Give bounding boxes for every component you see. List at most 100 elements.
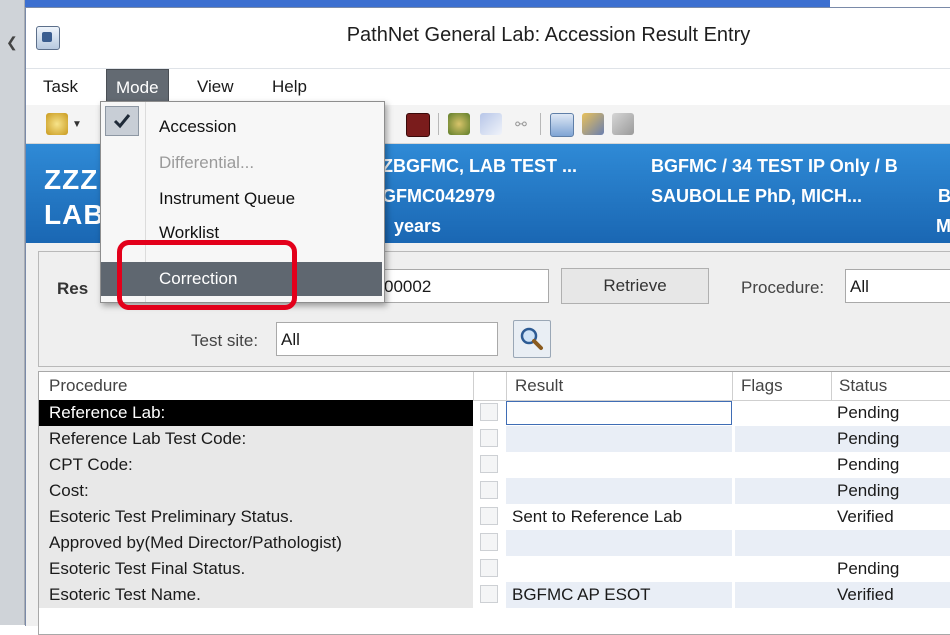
flags-cell: [735, 452, 831, 478]
toolbar-separator: [540, 113, 541, 135]
grid-rows: Reference Lab: Pending Reference Lab Tes…: [39, 400, 950, 608]
procedure-cell: Esoteric Test Final Status.: [39, 556, 473, 582]
menu-view[interactable]: View: [188, 69, 243, 105]
copy-icon[interactable]: [582, 113, 604, 135]
status-cell: Pending: [837, 403, 900, 422]
link-icon[interactable]: ⚯: [510, 113, 532, 135]
column-header-result[interactable]: Result: [515, 376, 563, 396]
status-cell: Pending: [831, 478, 950, 504]
flags-cell: [735, 478, 831, 504]
result-cell[interactable]: Sent to Reference Lab: [506, 504, 732, 530]
patient-mrn: GFMC042979: [382, 186, 496, 206]
duplicate-icon[interactable]: [612, 113, 634, 135]
patient-name: ZBGFMC, LAB TEST ...: [382, 156, 577, 176]
result-input[interactable]: [506, 401, 732, 425]
window-top-accent: [0, 0, 830, 7]
mode-differential: Differential...: [159, 153, 255, 172]
procedure-cell: Esoteric Test Preliminary Status.: [39, 504, 473, 530]
dropdown-arrow-icon[interactable]: ▼: [72, 119, 82, 130]
menu-task[interactable]: Task: [34, 69, 87, 105]
banner-col3-line2: B: [938, 186, 950, 206]
flags-cell: [735, 582, 831, 608]
result-cell[interactable]: BGFMC AP ESOT: [506, 582, 732, 608]
procedure-label: Procedure:: [741, 278, 825, 297]
row-checkbox[interactable]: [480, 481, 498, 499]
table-row[interactable]: Esoteric Test Final Status. Pending: [39, 556, 950, 582]
chart-icon[interactable]: [480, 113, 502, 135]
table-row[interactable]: Reference Lab: Pending: [39, 400, 950, 426]
test-site-label: Test site:: [191, 331, 259, 350]
status-cell: Pending: [837, 455, 900, 474]
procedure-cell: Reference Lab:: [39, 400, 473, 426]
row-checkbox[interactable]: [480, 403, 498, 421]
flag-icon[interactable]: [406, 113, 430, 137]
chevron-left-icon[interactable]: ❮: [6, 34, 18, 51]
table-row[interactable]: Reference Lab Test Code: Pending: [39, 426, 950, 452]
procedure-cell: Approved by(Med Director/Pathologist): [39, 530, 473, 556]
result-cell[interactable]: [506, 530, 732, 556]
monitor-icon[interactable]: [550, 113, 574, 137]
flags-cell: [735, 400, 831, 426]
menu-help[interactable]: Help: [263, 69, 316, 105]
status-cell: Verified: [831, 582, 950, 608]
grid-header: Procedure Result Flags Status: [39, 372, 950, 401]
magnifier-icon: [520, 327, 543, 350]
table-row[interactable]: Approved by(Med Director/Pathologist): [39, 530, 950, 556]
result-cell[interactable]: [506, 478, 732, 504]
mode-accession[interactable]: Accession: [101, 110, 382, 144]
highlight-callout: [117, 240, 297, 310]
mode-instrument-queue[interactable]: Instrument Queue: [101, 182, 382, 216]
retrieve-button[interactable]: Retrieve: [561, 268, 709, 304]
column-header-procedure[interactable]: Procedure: [49, 376, 127, 396]
results-grid: Procedure Result Flags Status Reference …: [38, 371, 950, 635]
table-row[interactable]: CPT Code: Pending: [39, 452, 950, 478]
menu-bar: Task Mode View Help: [26, 69, 950, 105]
procedure-cell: Cost:: [39, 478, 473, 504]
column-divider: [831, 372, 832, 400]
background-window-edge: ❮: [0, 0, 25, 625]
column-header-status[interactable]: Status: [839, 376, 887, 396]
row-checkbox[interactable]: [480, 429, 498, 447]
status-cell: Pending: [837, 559, 900, 578]
flags-cell: [735, 426, 831, 452]
banner-col3-line3: M: [936, 216, 950, 236]
accession-input[interactable]: 00002: [379, 269, 549, 303]
column-divider: [732, 372, 733, 400]
test-site-input[interactable]: All: [276, 322, 498, 356]
procedure-cell: Esoteric Test Name.: [39, 582, 473, 608]
row-checkbox[interactable]: [480, 533, 498, 551]
result-label: Res: [57, 279, 89, 298]
procedure-cell: Reference Lab Test Code:: [39, 426, 473, 452]
toolbar-separator: [438, 113, 439, 135]
banner-name-line2: LAB: [44, 199, 105, 230]
procedure-select[interactable]: All: [845, 269, 950, 303]
result-cell[interactable]: [506, 426, 732, 452]
row-checkbox[interactable]: [480, 455, 498, 473]
column-divider: [473, 372, 474, 400]
banner-name-line1: ZZZ: [44, 164, 99, 195]
table-row[interactable]: Cost: Pending: [39, 478, 950, 504]
flags-cell: [735, 504, 831, 530]
patient-location: BGFMC / 34 TEST IP Only / B: [651, 156, 898, 176]
result-cell[interactable]: [506, 452, 732, 478]
result-cell[interactable]: [506, 556, 732, 582]
window-title: PathNet General Lab: Accession Result En…: [346, 24, 751, 46]
procedure-cell: CPT Code:: [39, 452, 473, 478]
title-bar: PathNet General Lab: Accession Result En…: [26, 8, 950, 69]
column-header-flags[interactable]: Flags: [741, 376, 783, 396]
row-checkbox[interactable]: [480, 585, 498, 603]
row-checkbox[interactable]: [480, 559, 498, 577]
accession-result-entry-window: PathNet General Lab: Accession Result En…: [25, 7, 950, 635]
row-checkbox[interactable]: [480, 507, 498, 525]
status-cell: [831, 530, 950, 556]
test-site-search-button[interactable]: [513, 320, 551, 358]
specimen-icon[interactable]: [448, 113, 470, 135]
table-row[interactable]: Esoteric Test Preliminary Status. Sent t…: [39, 504, 950, 530]
ordering-physician: SAUBOLLE PhD, MICH...: [651, 186, 862, 206]
table-row[interactable]: Esoteric Test Name. BGFMC AP ESOT Verifi…: [39, 582, 950, 608]
patient-age: years: [394, 216, 442, 236]
status-cell: Pending: [831, 426, 950, 452]
open-icon[interactable]: [46, 113, 68, 135]
menu-mode[interactable]: Mode: [106, 69, 169, 105]
status-cell: Verified: [837, 507, 894, 526]
